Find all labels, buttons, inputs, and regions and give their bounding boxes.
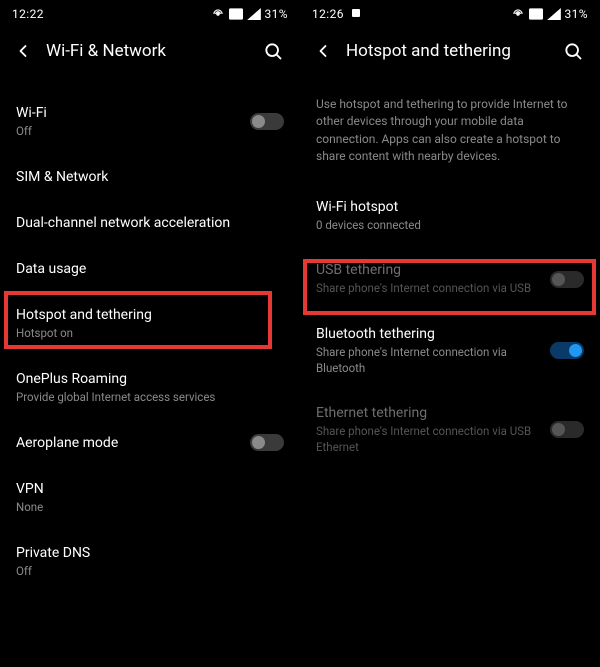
- row-sub: Off: [16, 564, 284, 580]
- volte-icon: [229, 8, 243, 20]
- app-bar: Hotspot and tethering: [300, 24, 600, 78]
- search-icon: [263, 41, 283, 61]
- hotspot-icon: [511, 7, 525, 21]
- signal-icon: [547, 8, 561, 20]
- row-title: OnePlus Roaming: [16, 370, 284, 388]
- usb-tethering-toggle: [550, 271, 584, 288]
- row-hotspot-tethering[interactable]: Hotspot and tethering Hotspot on: [0, 292, 300, 356]
- page-title: Hotspot and tethering: [346, 41, 550, 61]
- row-sub: Hotspot on: [16, 326, 284, 342]
- row-sub: Share phone's Internet connection via Bl…: [316, 345, 542, 376]
- app-bar: Wi-Fi & Network: [0, 24, 300, 78]
- row-sub: Share phone's Internet connection via US…: [316, 424, 542, 455]
- row-wifi[interactable]: Wi-Fi Off: [0, 82, 300, 154]
- page-description: Use hotspot and tethering to provide Int…: [300, 78, 600, 180]
- row-sim-network[interactable]: SIM & Network: [0, 154, 300, 200]
- status-bar: 12:22 31%: [0, 0, 300, 24]
- row-bluetooth-tethering[interactable]: Bluetooth tethering Share phone's Intern…: [300, 311, 600, 390]
- search-button[interactable]: [260, 38, 286, 64]
- back-button[interactable]: [310, 38, 336, 64]
- row-title: Ethernet tethering: [316, 404, 542, 422]
- status-time: 12:26: [312, 7, 344, 21]
- row-oneplus-roaming[interactable]: OnePlus Roaming Provide global Internet …: [0, 356, 300, 420]
- row-private-dns[interactable]: Private DNS Off: [0, 530, 300, 594]
- row-sub: Share phone's Internet connection via US…: [316, 281, 542, 297]
- chevron-left-icon: [313, 41, 333, 61]
- row-data-usage[interactable]: Data usage: [0, 246, 300, 292]
- ethernet-tethering-toggle: [550, 421, 584, 438]
- back-button[interactable]: [10, 38, 36, 64]
- left-panel: 12:22 31% Wi-Fi & Network Wi-Fi Off: [0, 0, 300, 667]
- status-bar: 12:26 31%: [300, 0, 600, 24]
- row-title: Bluetooth tethering: [316, 325, 542, 343]
- row-vpn[interactable]: VPN None: [0, 466, 300, 530]
- row-title: USB tethering: [316, 261, 542, 279]
- row-title: VPN: [16, 480, 284, 498]
- status-time: 12:22: [12, 7, 44, 21]
- settings-list: Wi-Fi hotspot 0 devices connected USB te…: [300, 180, 600, 474]
- search-icon: [563, 41, 583, 61]
- row-usb-tethering: USB tethering Share phone's Internet con…: [300, 247, 600, 311]
- row-title: Aeroplane mode: [16, 434, 242, 452]
- search-button[interactable]: [560, 38, 586, 64]
- settings-list: Wi-Fi Off SIM & Network Dual-channel net…: [0, 78, 300, 597]
- chevron-left-icon: [13, 41, 33, 61]
- bluetooth-tethering-toggle[interactable]: [550, 342, 584, 359]
- wifi-toggle[interactable]: [250, 113, 284, 130]
- volte-icon: [529, 8, 543, 20]
- row-sub: Provide global Internet access services: [16, 390, 284, 406]
- row-sub: None: [16, 500, 284, 516]
- row-wifi-hotspot[interactable]: Wi-Fi hotspot 0 devices connected: [300, 184, 600, 248]
- status-icons: 31%: [211, 7, 288, 21]
- row-title: Dual-channel network acceleration: [16, 214, 284, 232]
- row-title: Data usage: [16, 260, 284, 278]
- page-title: Wi-Fi & Network: [46, 41, 250, 61]
- status-icons: 31%: [511, 7, 588, 21]
- battery-text: 31%: [565, 7, 588, 21]
- signal-icon: [247, 8, 261, 20]
- row-sub: 0 devices connected: [316, 218, 584, 234]
- row-title: Wi-Fi hotspot: [316, 198, 584, 216]
- row-title: Wi-Fi: [16, 104, 242, 122]
- row-ethernet-tethering: Ethernet tethering Share phone's Interne…: [300, 390, 600, 469]
- row-sub: Off: [16, 124, 242, 140]
- aeroplane-toggle[interactable]: [250, 434, 284, 451]
- screenshot-indicator-icon: [350, 7, 362, 22]
- hotspot-icon: [211, 7, 225, 21]
- row-aeroplane-mode[interactable]: Aeroplane mode: [0, 420, 300, 466]
- row-title: Hotspot and tethering: [16, 306, 284, 324]
- row-dual-channel[interactable]: Dual-channel network acceleration: [0, 200, 300, 246]
- row-title: SIM & Network: [16, 168, 284, 186]
- battery-text: 31%: [265, 7, 288, 21]
- row-title: Private DNS: [16, 544, 284, 562]
- right-panel: 12:26 31% Hotspot and tethering Use hots…: [300, 0, 600, 667]
